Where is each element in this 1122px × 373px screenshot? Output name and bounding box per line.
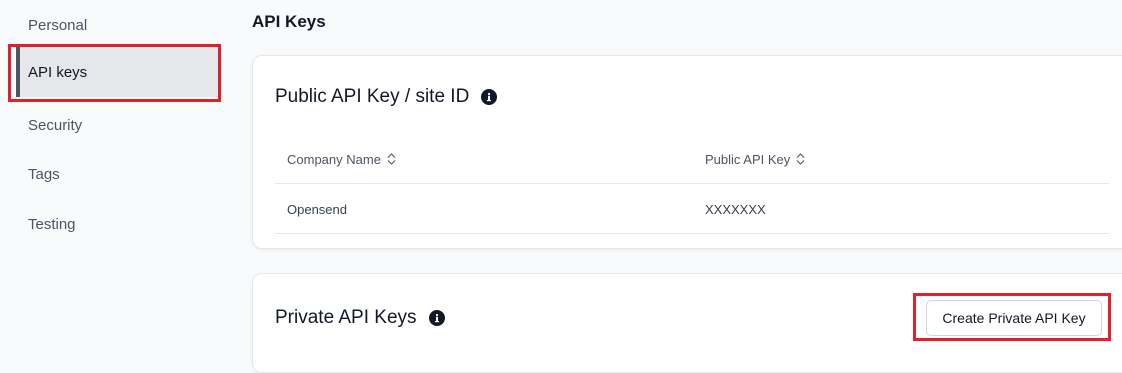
cell-public-api-key: XXXXXXX — [705, 201, 766, 217]
sidebar-item-label: Tags — [28, 165, 60, 183]
private-api-keys-title: Private API Keys — [275, 307, 445, 329]
sidebar-item-label: Security — [28, 116, 83, 134]
sidebar-item-label: API keys — [28, 63, 88, 81]
card-title-text: Private API Keys — [275, 307, 417, 328]
page-title: API Keys — [252, 12, 326, 31]
settings-sidebar: Personal API keys Security Tags Testing — [0, 0, 230, 342]
sidebar-item-security[interactable]: Security — [16, 100, 218, 150]
card-title-text: Public API Key / site ID — [275, 86, 470, 107]
info-icon[interactable] — [428, 310, 445, 326]
column-header-company-name[interactable]: Company Name — [287, 134, 396, 184]
sort-icon[interactable] — [796, 153, 805, 165]
sidebar-item-label: Personal — [28, 16, 88, 34]
table-header-row: Company Name Public API Key — [275, 134, 1109, 184]
sidebar-item-testing[interactable]: Testing — [16, 199, 218, 249]
create-private-api-key-button[interactable]: Create Private API Key — [926, 300, 1102, 336]
public-api-key-table: Company Name Public API Key Opensend XXX… — [275, 134, 1109, 234]
cell-company-name: Opensend — [287, 201, 347, 217]
sidebar-item-tags[interactable]: Tags — [16, 149, 218, 199]
column-header-public-api-key[interactable]: Public API Key — [705, 134, 805, 184]
public-api-key-title: Public API Key / site ID — [275, 86, 498, 108]
info-icon[interactable] — [481, 89, 498, 105]
sidebar-item-api-keys[interactable]: API keys — [16, 47, 218, 97]
table-row: Opensend XXXXXXX — [275, 184, 1109, 234]
sidebar-item-personal[interactable]: Personal — [16, 0, 218, 50]
sidebar-item-label: Testing — [28, 215, 76, 233]
sort-icon[interactable] — [387, 153, 396, 165]
public-api-key-card: Public API Key / site ID Company Name Pu… — [252, 55, 1122, 249]
